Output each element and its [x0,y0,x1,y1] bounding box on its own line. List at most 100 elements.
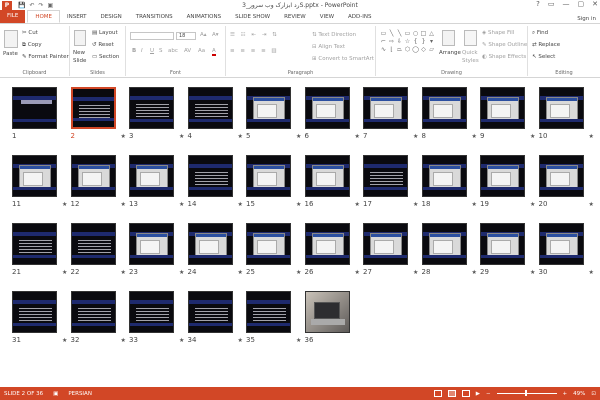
triangle-shape-icon[interactable]: △ [428,30,435,37]
font-color-button[interactable]: A [212,48,216,56]
tab-slide-show[interactable]: SLIDE SHOW [228,11,277,23]
slide-thumbnail-cell[interactable]: 8 ★ [421,87,477,143]
slide-thumbnail-cell[interactable]: 3 ★ [129,87,184,143]
find-button[interactable]: ⌕ Find [532,30,548,37]
slide-thumbnail[interactable] [304,223,350,265]
slide-thumbnail[interactable] [70,223,116,265]
new-slide-icon[interactable] [74,30,86,46]
slide-thumbnail-cell[interactable]: 13 ★ [129,155,184,211]
strikethrough-button[interactable]: abc [168,48,178,54]
slide-thumbnail-cell[interactable]: 36 [304,291,360,347]
format-painter-button[interactable]: ✎ Format Painter [22,54,69,60]
slide-thumbnail[interactable] [363,155,408,197]
textbox-shape-icon[interactable]: ▭ [380,30,387,37]
normal-view-icon[interactable] [433,390,442,397]
slide-thumbnail-cell[interactable]: 28 ★ [421,223,477,279]
tab-add-ins[interactable]: ADD-INS [341,11,378,23]
slide-thumbnail[interactable] [304,291,350,333]
rect-shape-icon[interactable]: □ [420,30,427,37]
slide-thumbnail[interactable] [421,87,467,129]
animation-star-icon[interactable]: ★ [472,201,477,208]
animation-star-icon[interactable]: ★ [589,269,594,276]
quick-styles-button[interactable]: Quick [462,50,478,56]
animation-star-icon[interactable]: ★ [589,201,594,208]
animation-star-icon[interactable]: ★ [238,269,243,276]
slide-thumbnail[interactable] [129,87,174,129]
help-icon[interactable]: ? [536,0,540,8]
zoom-out-button[interactable]: − [486,391,491,397]
animation-star-icon[interactable]: ★ [413,133,418,140]
slide-thumbnail[interactable] [187,291,233,333]
align-text-button[interactable]: ⊟ Align Text [312,44,345,50]
animation-star-icon[interactable]: ★ [355,269,360,276]
ribbon-display-icon[interactable]: ▭ [548,0,555,8]
animation-star-icon[interactable]: ★ [238,201,243,208]
tab-transitions[interactable]: TRANSITIONS [129,11,180,23]
animation-star-icon[interactable]: ★ [296,269,301,276]
convert-smartart-button[interactable]: ⊞ Convert to SmartArt [312,56,374,62]
slide-thumbnail-cell[interactable]: 18 ★ [421,155,477,211]
shape-icon[interactable]: ▱ [428,46,435,53]
slide-thumbnail-cell[interactable]: 24 ★ [187,223,243,279]
font-name-combo[interactable] [130,32,174,40]
alignment-icons[interactable]: ≡ ≡ ≡ ≡ ▥ [230,48,279,54]
diamond-shape-icon[interactable]: ◇ [420,46,427,53]
slide-thumbnail[interactable] [129,155,174,197]
shapes-gallery[interactable]: ▭ ╲ ╲ ▭ ○ □ △ ⌐ ⇨ ⇩ ☆{} ▾ ∿ ⌊ ⏢ ⬡ ◯ ◇ ▱ [380,30,435,53]
animation-star-icon[interactable]: ★ [530,133,535,140]
slide-thumbnail[interactable] [12,87,57,129]
slide-thumbnail-cell[interactable]: 6 ★ [304,87,360,143]
animation-star-icon[interactable]: ★ [472,269,477,276]
close-icon[interactable]: ✕ [592,0,598,8]
slide-sorter-view-icon[interactable] [447,390,456,397]
slide-thumbnail[interactable] [129,291,174,333]
bold-button[interactable]: B [132,48,136,54]
zoom-slider-knob[interactable] [524,390,527,396]
slide-thumbnail-cell[interactable]: 16 ★ [304,155,360,211]
tab-review[interactable]: REVIEW [277,11,313,23]
tab-animations[interactable]: ANIMATIONS [180,11,229,23]
sign-in-link[interactable]: Sign in [577,16,596,22]
slide-thumbnail[interactable] [12,223,57,265]
animation-star-icon[interactable]: ★ [121,269,126,276]
slide-thumbnail[interactable] [246,223,291,265]
maximize-icon[interactable]: ▢ [578,0,585,8]
new-slide-button-line2[interactable]: Slide [73,58,86,64]
tab-home[interactable]: HOME [27,10,61,23]
animation-star-icon[interactable]: ★ [179,269,184,276]
bullets-numbering-icons[interactable]: ☰ ☷ ⇤ ⇥ ⇅ [230,32,279,38]
slide-thumbnail-cell[interactable]: 2 ★ [70,87,126,143]
underline-button[interactable]: U [150,48,154,54]
paste-button[interactable]: Paste [3,51,18,57]
slide-thumbnail-cell[interactable]: 32 ★ [70,291,126,347]
slide-thumbnail-cell[interactable]: 34 ★ [187,291,243,347]
slide-thumbnail-cell[interactable]: 31 ★ [12,291,67,347]
slide-thumbnail[interactable] [480,155,525,197]
arrow-shape-icon[interactable]: ⇩ [396,38,403,45]
paste-icon[interactable] [4,30,18,48]
animation-star-icon[interactable]: ★ [179,133,184,140]
slide-thumbnail[interactable] [187,223,233,265]
slide-thumbnail[interactable] [363,87,408,129]
slide-thumbnail[interactable] [538,155,584,197]
slide-thumbnail[interactable] [246,87,291,129]
animation-star-icon[interactable]: ★ [296,337,301,344]
brace-shape-icon[interactable]: } [420,38,427,45]
slide-thumbnail[interactable] [129,223,174,265]
slide-thumbnail-cell[interactable]: 25 ★ [246,223,301,279]
slide-thumbnail[interactable] [363,223,408,265]
layout-button[interactable]: ▤ Layout [92,30,118,36]
italic-button[interactable]: I [141,48,143,54]
shrink-font-icon[interactable]: A▾ [212,32,219,38]
curve-shape-icon[interactable]: ∿ [380,46,387,53]
line-shape-icon[interactable]: ╲ [388,30,395,37]
slide-thumbnail-cell[interactable]: 1 [12,87,67,143]
slide-thumbnail[interactable] [480,87,525,129]
star-shape-icon[interactable]: ☆ [404,38,411,45]
arrow-shape-icon[interactable]: ⇨ [388,38,395,45]
reset-button[interactable]: ↺ Reset [92,42,114,48]
slide-thumbnail-cell[interactable]: 5 ★ [246,87,301,143]
slide-thumbnail-cell[interactable]: 19 ★ [480,155,535,211]
zoom-level[interactable]: 49% [573,391,585,397]
select-button[interactable]: ↖ Select [532,54,555,60]
